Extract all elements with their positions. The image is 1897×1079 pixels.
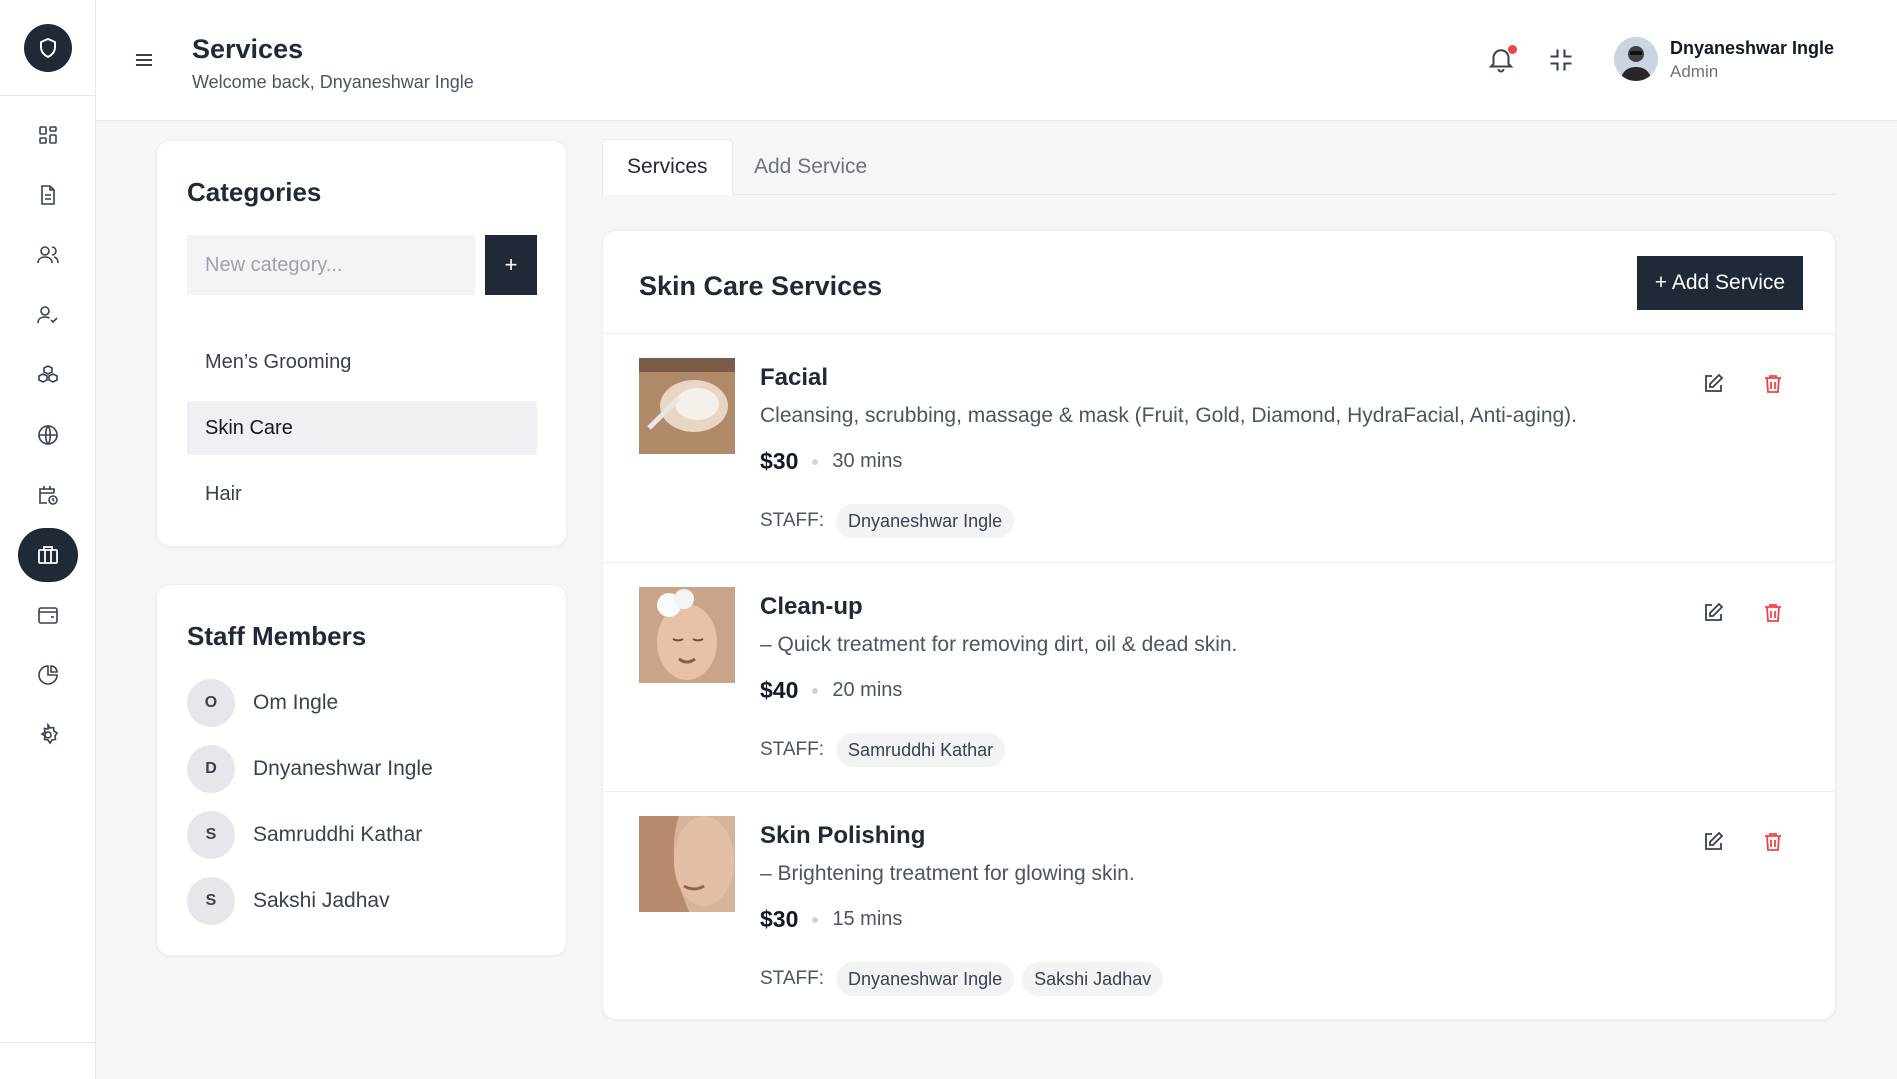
staff-name: Samruddhi Kathar <box>253 823 423 846</box>
staff-name: Om Ingle <box>253 691 339 714</box>
service-price: $30 <box>760 906 799 932</box>
category-item-mens-grooming[interactable]: Men’s Grooming <box>187 335 537 389</box>
sidebar <box>0 0 96 1079</box>
staff-avatar: S <box>187 877 235 925</box>
service-duration: 30 mins <box>832 450 903 472</box>
service-price: $30 <box>760 448 799 474</box>
category-item-hair[interactable]: Hair <box>187 467 537 521</box>
trash-icon[interactable] <box>1761 372 1785 396</box>
add-service-button[interactable]: + Add Service <box>1637 256 1803 310</box>
service-duration: 20 mins <box>832 679 903 701</box>
services-title: Skin Care Services <box>639 271 883 301</box>
staff-label: STAFF: <box>760 510 825 531</box>
menu-icon[interactable] <box>132 48 156 72</box>
staff-name: Sakshi Jadhav <box>253 889 390 912</box>
staff-name: Dnyaneshwar Ingle <box>253 757 433 780</box>
add-category-button[interactable]: + <box>485 235 537 295</box>
service-row: Skin Polishing – Brightening treatment f… <box>603 792 1835 1021</box>
document-icon <box>40 185 55 205</box>
nav-globe[interactable] <box>18 408 78 462</box>
notification-badge <box>1508 45 1517 54</box>
services-card: Skin Care Services + Add Service Facial … <box>602 230 1836 1020</box>
briefcase-icon <box>37 546 58 564</box>
nav-calendar[interactable] <box>18 468 78 522</box>
new-category-input[interactable] <box>187 235 475 295</box>
service-name: Clean-up <box>760 593 863 620</box>
staff-avatar: D <box>187 745 235 793</box>
edit-icon[interactable] <box>1701 601 1725 625</box>
topbar: Services Welcome back, Dnyaneshwar Ingle… <box>96 0 1897 121</box>
calendar-clock-icon <box>38 486 58 505</box>
edit-icon[interactable] <box>1701 372 1725 396</box>
shield-logo-icon[interactable] <box>23 23 72 72</box>
staff-chip: Dnyaneshwar Ingle <box>836 962 1015 996</box>
user-check-icon <box>36 306 58 324</box>
service-description: – Quick treatment for removing dirt, oil… <box>760 633 1238 656</box>
staff-label: STAFF: <box>760 739 825 760</box>
service-tabs: Services Add Service <box>602 139 1836 195</box>
sidebar-nav <box>0 96 95 768</box>
staff-chip: Samruddhi Kathar <box>836 733 1006 767</box>
nav-wallet[interactable] <box>18 588 78 642</box>
staff-member: S Samruddhi Kathar <box>187 811 433 859</box>
trash-icon[interactable] <box>1761 601 1785 625</box>
tab-services[interactable]: Services <box>602 139 733 195</box>
staff-avatar: S <box>187 811 235 859</box>
nav-cubes[interactable] <box>18 348 78 402</box>
category-item-skin-care[interactable]: Skin Care <box>187 401 537 455</box>
facial-image <box>639 358 735 454</box>
staff-avatar: O <box>187 679 235 727</box>
edit-icon[interactable] <box>1701 830 1725 854</box>
users-icon <box>36 246 59 264</box>
nav-users[interactable] <box>18 228 78 282</box>
dashboard-icon <box>38 126 57 144</box>
cubes-icon <box>37 365 58 383</box>
staff-heading: Staff Members <box>187 621 367 651</box>
staff-member: S Sakshi Jadhav <box>187 877 433 925</box>
nav-documents[interactable] <box>18 168 78 222</box>
service-row: Facial Cleansing, scrubbing, massage & m… <box>603 334 1835 563</box>
nav-dashboard[interactable] <box>18 108 78 162</box>
user-avatar[interactable] <box>1614 37 1658 81</box>
category-list: Men’s Grooming Skin Care Hair <box>187 335 537 533</box>
collapse-screen-icon[interactable] <box>1547 46 1575 74</box>
service-duration: 15 mins <box>832 908 903 930</box>
service-row: Clean-up – Quick treatment for removing … <box>603 563 1835 792</box>
page-subtitle: Welcome back, Dnyaneshwar Ingle <box>192 72 474 92</box>
staff-member: O Om Ingle <box>187 679 433 727</box>
staff-members-card: Staff Members O Om Ingle D Dnyaneshwar I… <box>156 584 567 956</box>
categories-card: Categories + Men’s Grooming Skin Care Ha… <box>156 140 567 547</box>
user-role: Admin <box>1670 62 1719 81</box>
trash-icon[interactable] <box>1761 830 1785 854</box>
service-description: – Brightening treatment for glowing skin… <box>760 862 1135 885</box>
tab-add-service[interactable]: Add Service <box>730 139 891 195</box>
service-name: Skin Polishing <box>760 822 926 849</box>
settings-icon <box>40 723 58 745</box>
nav-services[interactable] <box>17 528 78 582</box>
nav-reports[interactable] <box>18 648 78 702</box>
user-name[interactable]: Dnyaneshwar Ingle <box>1670 38 1834 59</box>
staff-list: O Om Ingle D Dnyaneshwar Ingle S Samrudd… <box>187 679 433 943</box>
pie-chart-icon <box>37 665 58 685</box>
page-title: Services <box>192 34 304 64</box>
wallet-icon <box>37 607 58 624</box>
categories-heading: Categories <box>187 177 322 207</box>
service-description: Cleansing, scrubbing, massage & mask (Fr… <box>760 404 1578 427</box>
service-price: $40 <box>760 677 799 703</box>
staff-chip: Dnyaneshwar Ingle <box>836 504 1015 538</box>
skin-polishing-image <box>639 816 735 912</box>
clean-up-image <box>639 587 735 683</box>
staff-label: STAFF: <box>760 968 825 989</box>
services-header: Skin Care Services + Add Service <box>603 231 1835 334</box>
globe-icon <box>37 425 58 445</box>
nav-user-check[interactable] <box>18 288 78 342</box>
staff-member: D Dnyaneshwar Ingle <box>187 745 433 793</box>
staff-chip: Sakshi Jadhav <box>1022 962 1164 996</box>
nav-settings[interactable] <box>18 708 78 762</box>
service-name: Facial <box>760 364 829 391</box>
